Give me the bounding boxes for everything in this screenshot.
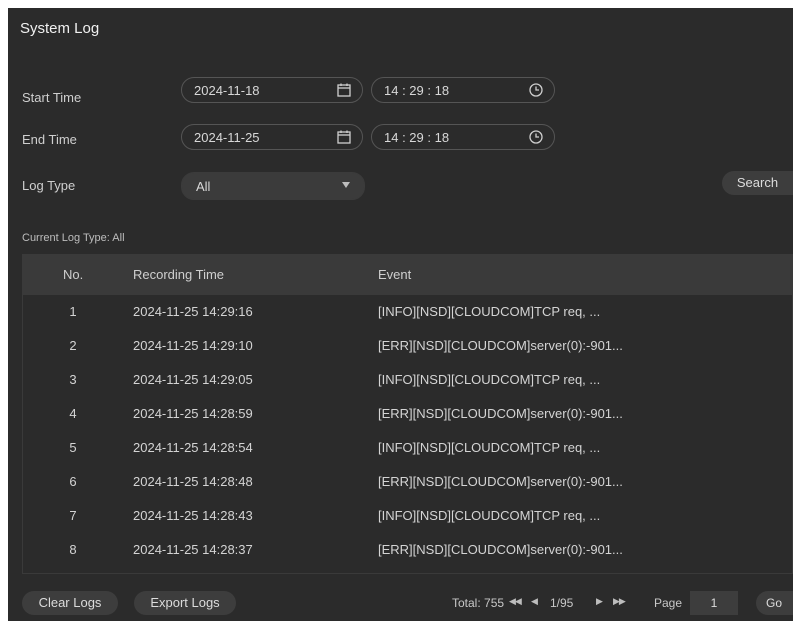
- prev-page-icon[interactable]: ◀: [531, 596, 538, 607]
- row-number: 2: [69, 338, 77, 353]
- table-row[interactable]: 2 2024-11-25 14:29:10 [ERR][NSD][CLOUDCO…: [23, 329, 792, 363]
- row-number: 7: [69, 508, 77, 523]
- go-button[interactable]: Go: [756, 591, 793, 615]
- end-date-value: 2024-11-25: [194, 130, 260, 145]
- row-time: 2024-11-25 14:28:48: [133, 474, 253, 489]
- row-time: 2024-11-25 14:29:16: [133, 304, 253, 319]
- last-page-icon[interactable]: ▶▶: [613, 596, 626, 607]
- row-event: [ERR][NSD][CLOUDCOM]server(0):-901...: [378, 338, 623, 353]
- page-title: System Log: [20, 20, 100, 37]
- end-time-label: End Time: [22, 132, 77, 147]
- row-number: 1: [69, 304, 77, 319]
- current-log-type: Current Log Type: All: [22, 232, 125, 244]
- row-event: [ERR][NSD][CLOUDCOM]server(0):-901...: [378, 406, 623, 421]
- row-number: 3: [69, 372, 77, 387]
- row-event: [INFO][NSD][CLOUDCOM]TCP req, ...: [378, 372, 601, 387]
- table-row[interactable]: 1 2024-11-25 14:29:16 [INFO][NSD][CLOUDC…: [23, 295, 792, 329]
- table-row[interactable]: 6 2024-11-25 14:28:48 [ERR][NSD][CLOUDCO…: [23, 465, 792, 499]
- row-number: 4: [69, 406, 77, 421]
- start-time-label: Start Time: [22, 90, 82, 105]
- table-row[interactable]: 3 2024-11-25 14:29:05 [INFO][NSD][CLOUDC…: [23, 363, 792, 397]
- table-row[interactable]: 4 2024-11-25 14:28:59 [ERR][NSD][CLOUDCO…: [23, 397, 792, 431]
- row-event: [INFO][NSD][CLOUDCOM]TCP req, ...: [378, 304, 601, 319]
- row-time: 2024-11-25 14:28:59: [133, 406, 253, 421]
- end-date-picker[interactable]: 2024-11-25: [181, 124, 363, 150]
- end-time-picker[interactable]: 14 : 29 : 18: [371, 124, 555, 150]
- log-table: No. Recording Time Event 1 2024-11-25 14…: [22, 254, 793, 574]
- table-header: No. Recording Time Event: [23, 255, 792, 295]
- table-footer: Clear Logs Export Logs Total: 755 ◀◀ ◀ 1…: [8, 590, 793, 616]
- row-number: 8: [69, 542, 77, 557]
- row-number: 5: [69, 440, 77, 455]
- row-time: 2024-11-25 14:29:10: [133, 338, 253, 353]
- log-type-value: All: [196, 179, 211, 194]
- start-clock-value: 14 : 29 : 18: [384, 83, 450, 98]
- table-row[interactable]: 8 2024-11-25 14:28:37 [ERR][NSD][CLOUDCO…: [23, 533, 792, 567]
- row-time: 2024-11-25 14:28:37: [133, 542, 253, 557]
- row-time: 2024-11-25 14:28:54: [133, 440, 253, 455]
- system-log-panel: System Log Start Time 2024-11-18 14 : 29…: [8, 8, 793, 621]
- export-logs-button[interactable]: Export Logs: [134, 591, 236, 615]
- clear-logs-button[interactable]: Clear Logs: [22, 591, 118, 615]
- end-clock-value: 14 : 29 : 18: [384, 130, 450, 145]
- search-button[interactable]: Search: [722, 171, 793, 195]
- column-header-no: No.: [63, 267, 84, 282]
- log-type-select[interactable]: All: [181, 172, 365, 200]
- row-event: [INFO][NSD][CLOUDCOM]TCP req, ...: [378, 440, 601, 455]
- start-date-picker[interactable]: 2024-11-18: [181, 77, 363, 103]
- page-indicator: 1/95: [550, 596, 574, 610]
- calendar-icon[interactable]: [336, 82, 352, 98]
- row-event: [ERR][NSD][CLOUDCOM]server(0):-901...: [378, 474, 623, 489]
- column-header-recording-time: Recording Time: [133, 267, 225, 282]
- calendar-icon[interactable]: [336, 129, 352, 145]
- table-row[interactable]: 5 2024-11-25 14:28:54 [INFO][NSD][CLOUDC…: [23, 431, 792, 465]
- first-page-icon[interactable]: ◀◀: [509, 596, 522, 607]
- start-time-picker[interactable]: 14 : 29 : 18: [371, 77, 555, 103]
- row-time: 2024-11-25 14:28:43: [133, 508, 253, 523]
- column-header-event: Event: [378, 267, 412, 282]
- clock-icon[interactable]: [528, 82, 544, 98]
- page-label: Page: [654, 596, 683, 610]
- row-time: 2024-11-25 14:29:05: [133, 372, 253, 387]
- log-type-label: Log Type: [22, 178, 76, 193]
- chevron-down-icon: [342, 182, 350, 188]
- row-number: 6: [69, 474, 77, 489]
- row-event: [INFO][NSD][CLOUDCOM]TCP req, ...: [378, 508, 601, 523]
- clock-icon[interactable]: [528, 129, 544, 145]
- start-date-value: 2024-11-18: [194, 83, 260, 98]
- row-event: [ERR][NSD][CLOUDCOM]server(0):-901...: [378, 542, 623, 557]
- page-number-input[interactable]: 1: [690, 591, 738, 615]
- total-count: Total: 755: [452, 596, 505, 610]
- table-row[interactable]: 7 2024-11-25 14:28:43 [INFO][NSD][CLOUDC…: [23, 499, 792, 533]
- next-page-icon[interactable]: ▶: [596, 596, 603, 607]
